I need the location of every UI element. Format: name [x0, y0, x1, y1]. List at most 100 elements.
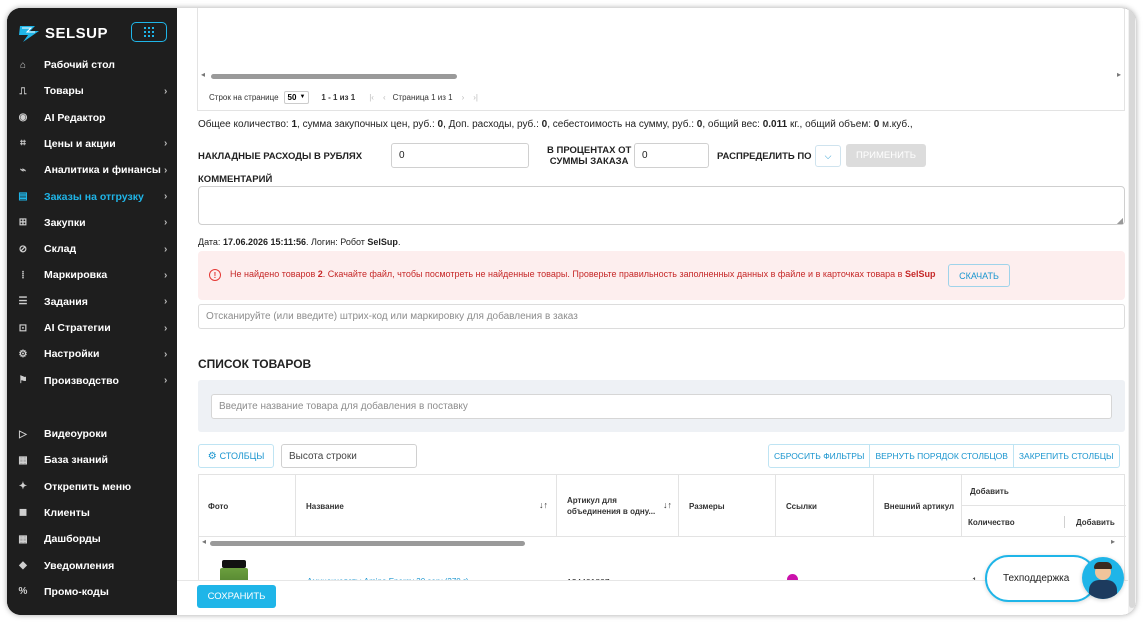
sidebar-item[interactable]: ⚑ Производство ›: [7, 368, 177, 394]
sidebar-item[interactable]: ⚙ Настройки ›: [7, 341, 177, 367]
comment-label: КОММЕНТАРИЙ: [198, 174, 273, 185]
column-article[interactable]: Артикул для объединения в одну... ↓↑: [557, 475, 679, 537]
prev-page-icon[interactable]: ‹: [383, 93, 386, 102]
column-photo[interactable]: Фото: [199, 475, 296, 537]
apply-button[interactable]: ПРИМЕНИТЬ: [846, 144, 926, 167]
main-content: ◂ ▸ Строк на странице 50 ▼ 1 - 1 из 1 |‹…: [177, 8, 1136, 615]
save-button[interactable]: СОХРАНИТЬ: [197, 585, 276, 608]
sidebar-item[interactable]: ⎍ Товары ›: [7, 78, 177, 104]
home-icon: ⌂: [19, 59, 27, 71]
column-add[interactable]: Добавить: [1065, 506, 1126, 537]
alert-text-part: Не найдено товаров: [230, 269, 318, 279]
scroll-right-icon[interactable]: ▸: [1111, 537, 1115, 546]
error-alert: ! Не найдено товаров 2. Скачайте файл, ч…: [198, 251, 1125, 300]
sidebar-item[interactable]: % Промо-коды: [7, 579, 177, 605]
comment-textarea[interactable]: ◢: [198, 186, 1125, 225]
selsup-logo-icon: [19, 26, 39, 42]
scrollbar-thumb[interactable]: [210, 541, 525, 546]
scroll-left-icon[interactable]: ◂: [201, 70, 205, 79]
download-button[interactable]: СКАЧАТЬ: [948, 264, 1010, 287]
download-label: СКАЧАТЬ: [959, 270, 999, 281]
summary-text: м.куб.,: [879, 119, 913, 130]
percent-label: В ПРОЦЕНТАХ ОТ СУММЫ ЗАКАЗА: [547, 145, 631, 167]
sidebar-item-label: Дашборды: [44, 533, 101, 546]
sidebar-item-label: Промо-коды: [44, 585, 109, 598]
scroll-left-icon[interactable]: ◂: [202, 537, 206, 546]
column-sizes-label: Размеры: [689, 502, 725, 511]
percent-input[interactable]: 0: [634, 143, 709, 168]
row-height-select[interactable]: Высота строки: [281, 444, 417, 468]
sidebar-item[interactable]: ▦ Дашборды: [7, 526, 177, 552]
sidebar-item[interactable]: ⊞ Закупки ›: [7, 210, 177, 236]
gear-icon: ⚙: [207, 450, 217, 462]
sidebar-item[interactable]: ⌁ Аналитика и финансы ›: [7, 157, 177, 183]
sidebar-item[interactable]: ☰ Задания ›: [7, 289, 177, 315]
logo[interactable]: SELSUP: [17, 20, 108, 46]
column-external-label: Внешний артикул: [884, 502, 955, 511]
sidebar-item-label: Задания: [44, 295, 88, 308]
page-scrollbar-thumb[interactable]: [1129, 8, 1135, 608]
scrollbar-thumb[interactable]: [211, 74, 457, 79]
column-article-label: объединения в одну...: [567, 507, 656, 516]
chevron-right-icon: ›: [164, 296, 168, 308]
overhead-input[interactable]: 0: [391, 143, 529, 168]
restore-column-order-button[interactable]: ВЕРНУТЬ ПОРЯДОК СТОЛБЦОВ: [870, 445, 1014, 467]
sidebar-item[interactable]: ▦ База знаний: [7, 447, 177, 473]
column-external-article[interactable]: Внешний артикул: [874, 475, 962, 537]
bell-icon: ◆: [19, 560, 27, 571]
sidebar-item[interactable]: ▷ Видеоуроки: [7, 421, 177, 447]
reset-filters-button[interactable]: СБРОСИТЬ ФИЛЬТРЫ: [769, 445, 871, 467]
column-sizes[interactable]: Размеры: [679, 475, 776, 537]
sidebar-item[interactable]: ▤ Заказы на отгрузку ›: [7, 184, 177, 210]
support-label: Техподдержка: [1003, 573, 1070, 584]
sidebar-item-label: Цены и акции: [44, 137, 116, 150]
barcode-scan-input[interactable]: Отсканируйте (или введите) штрих-код или…: [198, 304, 1125, 329]
sidebar-item[interactable]: ⦙ Маркировка ›: [7, 262, 177, 288]
orders-icon: ▤: [18, 191, 28, 202]
next-page-icon[interactable]: ›: [462, 93, 465, 102]
sidebar-item-label: AI Редактор: [44, 111, 106, 124]
table-actions: СБРОСИТЬ ФИЛЬТРЫ ВЕРНУТЬ ПОРЯДОК СТОЛБЦО…: [768, 444, 1120, 468]
support-widget[interactable]: Техподдержка: [985, 555, 1097, 602]
sidebar-item[interactable]: ✦ Открепить меню: [7, 474, 177, 500]
box-icon: ⎍: [19, 85, 27, 97]
column-name[interactable]: Название ↓↑: [296, 475, 557, 537]
avatar-hair: [1094, 562, 1112, 569]
sidebar-item[interactable]: ◆ Уведомления: [7, 553, 177, 579]
chevron-right-icon: ›: [164, 375, 168, 387]
sidebar-item[interactable]: ◼ Клиенты: [7, 500, 177, 526]
sidebar-item-label: Видеоуроки: [44, 428, 108, 440]
sidebar-item[interactable]: ⌂ Рабочий стол: [7, 52, 177, 78]
summary-text: , сумма закупочных цен, руб.:: [297, 119, 438, 130]
apps-grid-button[interactable]: [131, 22, 167, 42]
factory-icon: ⚑: [18, 375, 28, 387]
column-quantity[interactable]: Количество: [962, 506, 1065, 537]
sort-icon[interactable]: ↓↑: [663, 500, 672, 510]
sidebar-item-label: Производство: [44, 374, 119, 387]
product-search-placeholder: Введите название товара для добавления в…: [219, 401, 468, 412]
sort-icon[interactable]: ↓↑: [539, 500, 548, 510]
reset-filters-label: СБРОСИТЬ ФИЛЬТРЫ: [774, 451, 865, 461]
product-search-input[interactable]: Введите название товара для добавления в…: [211, 394, 1112, 419]
first-page-icon[interactable]: |‹: [369, 93, 374, 102]
column-links[interactable]: Ссылки: [776, 475, 874, 537]
sidebar-item[interactable]: ⊡ AI Стратегии ›: [7, 315, 177, 341]
columns-button[interactable]: ⚙ СТОЛБЦЫ: [198, 444, 274, 468]
caret-down-icon: ▼: [299, 94, 306, 100]
table-horizontal-scrollbar[interactable]: ◂ ▸: [200, 537, 1125, 546]
distribute-select[interactable]: ⌵: [815, 145, 841, 167]
resize-handle-icon[interactable]: ◢: [1117, 216, 1123, 225]
last-page-icon[interactable]: ›|: [473, 93, 478, 102]
sidebar-item[interactable]: ⌗ Цены и акции ›: [7, 131, 177, 157]
horizontal-scrollbar[interactable]: ◂ ▸: [199, 70, 1123, 79]
strategy-icon: ⊡: [18, 322, 28, 334]
chevron-right-icon: ›: [164, 217, 168, 229]
pin-columns-button[interactable]: ЗАКРЕПИТЬ СТОЛБЦЫ: [1014, 445, 1119, 467]
support-avatar[interactable]: [1082, 557, 1124, 599]
apply-label: ПРИМЕНИТЬ: [856, 150, 916, 161]
rows-per-page-select[interactable]: 50 ▼: [283, 90, 310, 104]
sidebar-item[interactable]: ◉ AI Редактор: [7, 105, 177, 131]
scroll-right-icon[interactable]: ▸: [1117, 70, 1121, 79]
summary-value: 0.011: [762, 119, 788, 130]
sidebar-item[interactable]: ⊘ Склад ›: [7, 236, 177, 262]
